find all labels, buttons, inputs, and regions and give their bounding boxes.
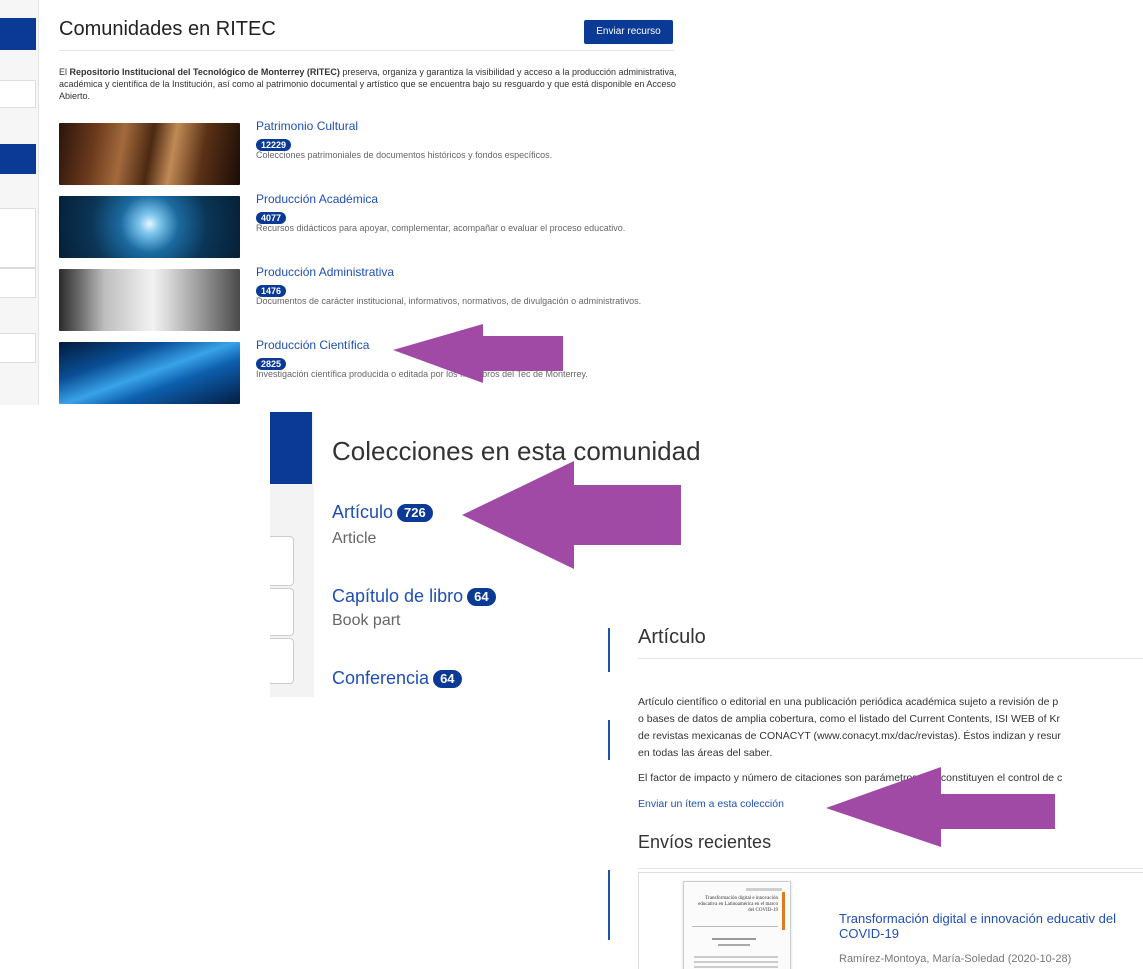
arrow-icon xyxy=(462,461,681,569)
arrow-icon xyxy=(826,767,1055,847)
annotation-arrows xyxy=(393,324,1055,847)
arrow-icon xyxy=(393,324,563,383)
